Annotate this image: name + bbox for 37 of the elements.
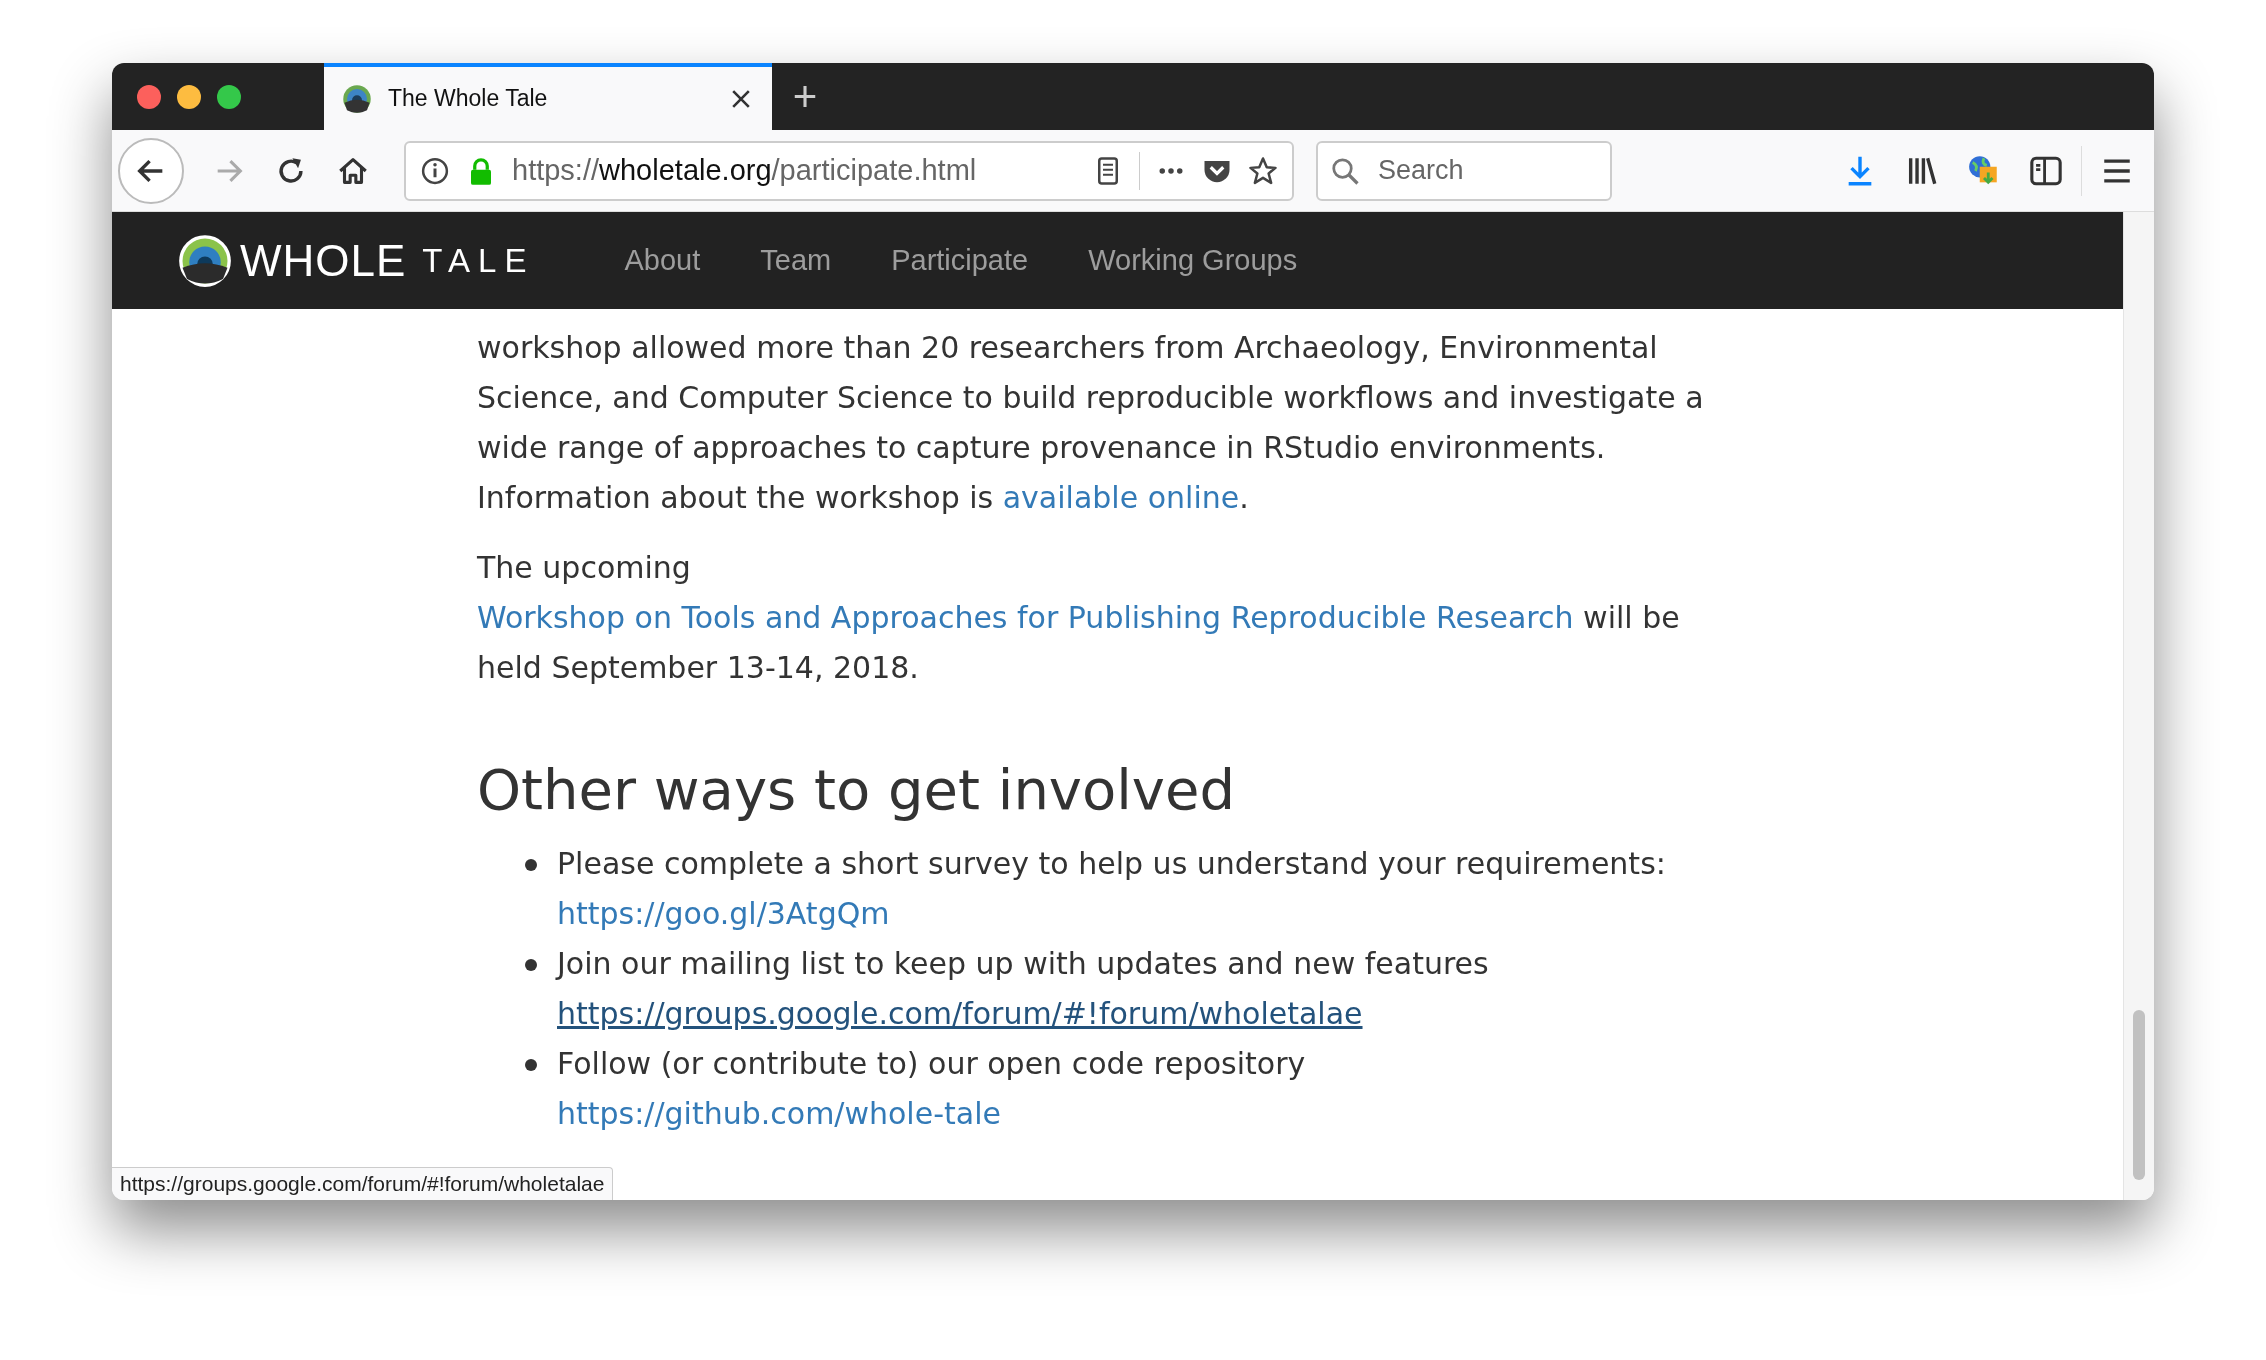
link[interactable]: Workshop on Tools and Approaches for Publishing Reproducible Research (477, 600, 1574, 635)
status-bar: https://groups.google.com/forum/#!forum/wholetalae (112, 1167, 614, 1200)
nav-link[interactable]: Team (730, 244, 862, 277)
url-text: https://wholetale.org/participate.html (512, 154, 978, 187)
logo-text[interactable]: WHOLE (240, 235, 407, 286)
zoom-window-icon[interactable] (217, 84, 241, 109)
link[interactable]: https://groups.google.com/forum/#!forum/wholetalae (557, 996, 1363, 1031)
close-window-icon[interactable] (137, 84, 161, 109)
tab-title: The Whole Tale (388, 85, 549, 112)
nav-link[interactable]: Working Groups (1058, 244, 1328, 277)
address-bar[interactable]: https://wholetale.org/participate.html (404, 140, 1294, 201)
star-icon[interactable] (1248, 155, 1278, 186)
bullet-icon (525, 859, 537, 871)
minimize-window-icon[interactable] (177, 84, 201, 109)
link[interactable]: available online (1002, 480, 1240, 515)
section-heading: Other ways to get involved (477, 756, 1236, 824)
paragraph: workshop allowed more than 20 researchers from Archaeology, Environmental Science, and Computer Science to build reproducible workflows and investigate a wide range of approaches to capture provenance in RStudio environments. Information about the workshop is available online. (477, 329, 1705, 517)
logo-icon (342, 83, 372, 114)
search-field[interactable]: Search (1316, 140, 1612, 201)
logo-icon[interactable] (178, 233, 232, 288)
scrollbar-thumb[interactable] (2133, 1010, 2145, 1180)
bullet-icon (525, 959, 537, 971)
info-icon[interactable] (420, 155, 450, 186)
bullet-icon (525, 1059, 537, 1071)
link[interactable]: https://goo.gl/3AtgQm (557, 896, 890, 931)
nav-link[interactable]: Participate (861, 244, 1059, 277)
logo-text[interactable]: TALE (422, 241, 535, 280)
list-item-text: Please complete a short survey to help us understand your requirements: https://goo.gl/3AtgQm (557, 845, 1667, 933)
nav-link[interactable]: About (594, 244, 731, 277)
new-tab-button[interactable]: + (772, 63, 838, 130)
link[interactable]: https://github.com/whole-tale (557, 1096, 1001, 1131)
search-icon (1330, 155, 1360, 186)
list-item-text: Follow (or contribute to) our open code repository https://github.com/whole-tale (557, 1045, 1307, 1133)
browser-tab[interactable]: The Whole Tale (324, 63, 772, 130)
scrollbar[interactable] (2123, 212, 2154, 1200)
list-item-text: Join our mailing list to keep up with updates and new features https://groups.google.com/forum/#!forum/wholetalae (557, 945, 1490, 1033)
paragraph: The upcoming Workshop on Tools and Approaches for Publishing Reproducible Research will be held September 13-14, 2018. (477, 549, 1681, 687)
